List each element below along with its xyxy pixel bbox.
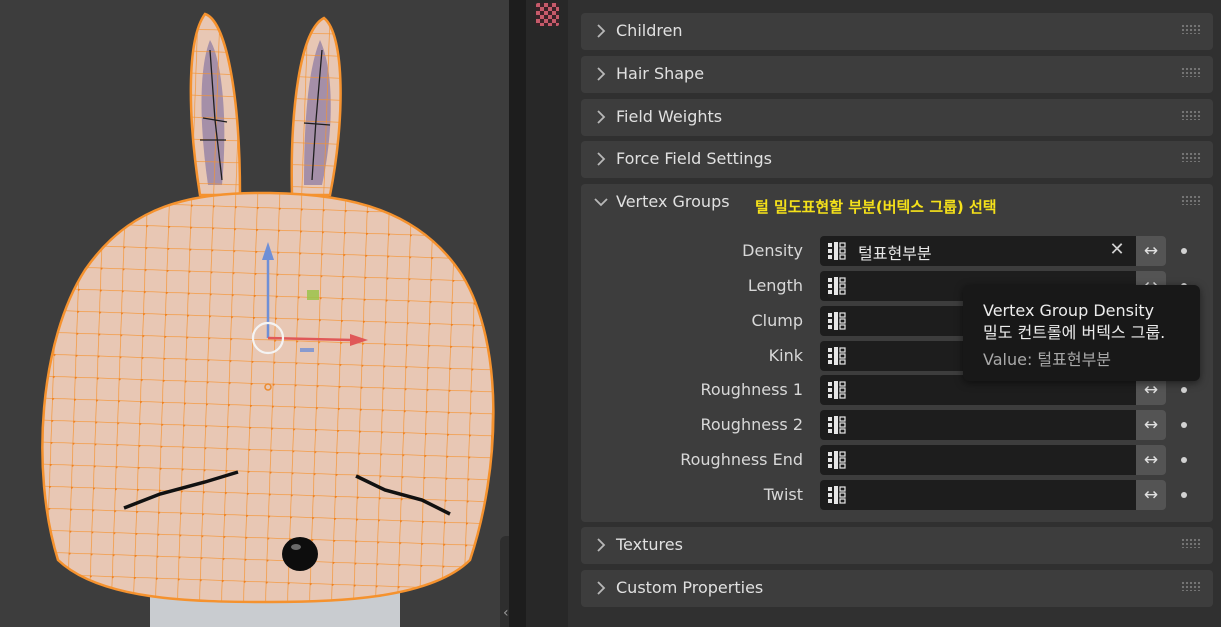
panel-header[interactable]: Field Weights — [581, 99, 1213, 136]
property-label: Twist — [763, 485, 803, 504]
vertex-group-icon — [827, 416, 847, 434]
drag-grip-icon[interactable] — [1181, 538, 1201, 548]
tooltip-value: Value: 털표현부분 — [983, 350, 1112, 369]
animate-property-icon[interactable] — [1181, 387, 1187, 393]
panel-header[interactable]: Hair Shape — [581, 56, 1213, 93]
chevron-right-icon — [594, 65, 608, 83]
panel-force-field-settings[interactable]: Force Field Settings — [581, 141, 1213, 178]
animate-property-icon[interactable] — [1181, 422, 1187, 428]
drag-grip-icon[interactable] — [1181, 24, 1201, 34]
panel-header[interactable]: Children — [581, 13, 1213, 50]
chevron-right-icon — [594, 579, 608, 597]
panel-header[interactable]: Vertex Groups 털 밀도표현할 부분(버텍스 그룹) 선택 — [581, 184, 1213, 221]
chevron-right-icon — [594, 150, 608, 168]
vertex-group-field[interactable] — [820, 445, 1136, 475]
drag-grip-icon[interactable] — [1181, 152, 1201, 162]
vertex-group-icon — [827, 451, 847, 469]
panel-textures[interactable]: Textures — [581, 527, 1213, 564]
vertex-group-field[interactable]: 털표현부분 ✕ — [820, 236, 1136, 266]
vertex-group-field[interactable] — [820, 410, 1136, 440]
chevron-right-icon — [594, 22, 608, 40]
annotation-text: 털 밀도표현할 부분(버텍스 그룹) 선택 — [755, 198, 997, 216]
vertex-group-row: Roughness 2 ↔ — [581, 410, 1213, 440]
animate-property-icon[interactable] — [1181, 248, 1187, 254]
panel-header[interactable]: Textures — [581, 527, 1213, 564]
vertex-group-icon — [827, 347, 847, 365]
panel-title: Textures — [616, 535, 683, 554]
vertex-group-icon — [827, 381, 847, 399]
vertex-group-row: Twist ↔ — [581, 480, 1213, 510]
tooltip-title: Vertex Group Density — [983, 301, 1155, 320]
invert-toggle-button[interactable]: ↔ — [1136, 480, 1166, 510]
panel-children[interactable]: Children — [581, 13, 1213, 50]
property-label: Length — [747, 276, 803, 295]
vertex-group-field[interactable] — [820, 480, 1136, 510]
tooltip-description: 밀도 컨트롤에 버텍스 그룹. — [983, 323, 1166, 342]
property-label: Kink — [768, 346, 803, 365]
chevron-down-icon — [594, 193, 608, 211]
property-label: Clump — [751, 311, 804, 330]
3d-viewport[interactable]: ‹ — [0, 0, 509, 627]
vertex-group-icon — [827, 486, 847, 504]
vertex-group-row: Density 털표현부분 ✕ ↔ — [581, 236, 1213, 266]
properties-tab-strip — [526, 0, 568, 627]
left-ear — [189, 12, 242, 197]
invert-toggle-button[interactable]: ↔ — [1136, 236, 1166, 266]
clear-icon[interactable]: ✕ — [1106, 239, 1128, 261]
panel-title: Children — [616, 21, 683, 40]
chevron-right-icon — [594, 108, 608, 126]
tooltip: Vertex Group Density 밀도 컨트롤에 버텍스 그룹. Val… — [963, 285, 1200, 381]
property-label: Roughness End — [680, 450, 803, 469]
drag-grip-icon[interactable] — [1181, 67, 1201, 77]
panel-title: Custom Properties — [616, 578, 764, 597]
panel-title: Force Field Settings — [616, 149, 773, 168]
panel-hair-shape[interactable]: Hair Shape — [581, 56, 1213, 93]
drag-grip-icon[interactable] — [1181, 195, 1201, 205]
invert-toggle-button[interactable]: ↔ — [1136, 445, 1166, 475]
nose — [282, 537, 318, 571]
sidebar-toggle-tab[interactable]: ‹ — [500, 536, 509, 627]
panel-title: Vertex Groups — [616, 192, 730, 211]
vertex-group-icon — [827, 242, 847, 260]
right-ear — [290, 16, 342, 197]
property-label: Roughness 2 — [700, 415, 803, 434]
vertex-group-row: Roughness End ↔ — [581, 445, 1213, 475]
panel-custom-properties[interactable]: Custom Properties — [581, 570, 1213, 607]
panel-header[interactable]: Force Field Settings — [581, 141, 1213, 178]
animate-property-icon[interactable] — [1181, 457, 1187, 463]
chevron-right-icon — [594, 536, 608, 554]
chevron-left-icon: ‹ — [503, 605, 509, 621]
vertex-group-icon — [827, 312, 847, 330]
vertex-group-icon — [827, 277, 847, 295]
bunny-mesh-render[interactable] — [0, 0, 509, 627]
property-label: Roughness 1 — [700, 380, 803, 399]
animate-property-icon[interactable] — [1181, 492, 1187, 498]
invert-toggle-button[interactable]: ↔ — [1136, 410, 1166, 440]
panel-field-weights[interactable]: Field Weights — [581, 99, 1213, 136]
vertex-group-value: 털표현부분 — [858, 244, 932, 263]
drag-grip-icon[interactable] — [1181, 110, 1201, 120]
panel-title: Field Weights — [616, 107, 723, 126]
panel-header[interactable]: Custom Properties — [581, 570, 1213, 607]
drag-grip-icon[interactable] — [1181, 581, 1201, 591]
panel-title: Hair Shape — [616, 64, 705, 83]
checker-texture-icon[interactable] — [536, 3, 559, 26]
property-label: Density — [742, 241, 803, 260]
